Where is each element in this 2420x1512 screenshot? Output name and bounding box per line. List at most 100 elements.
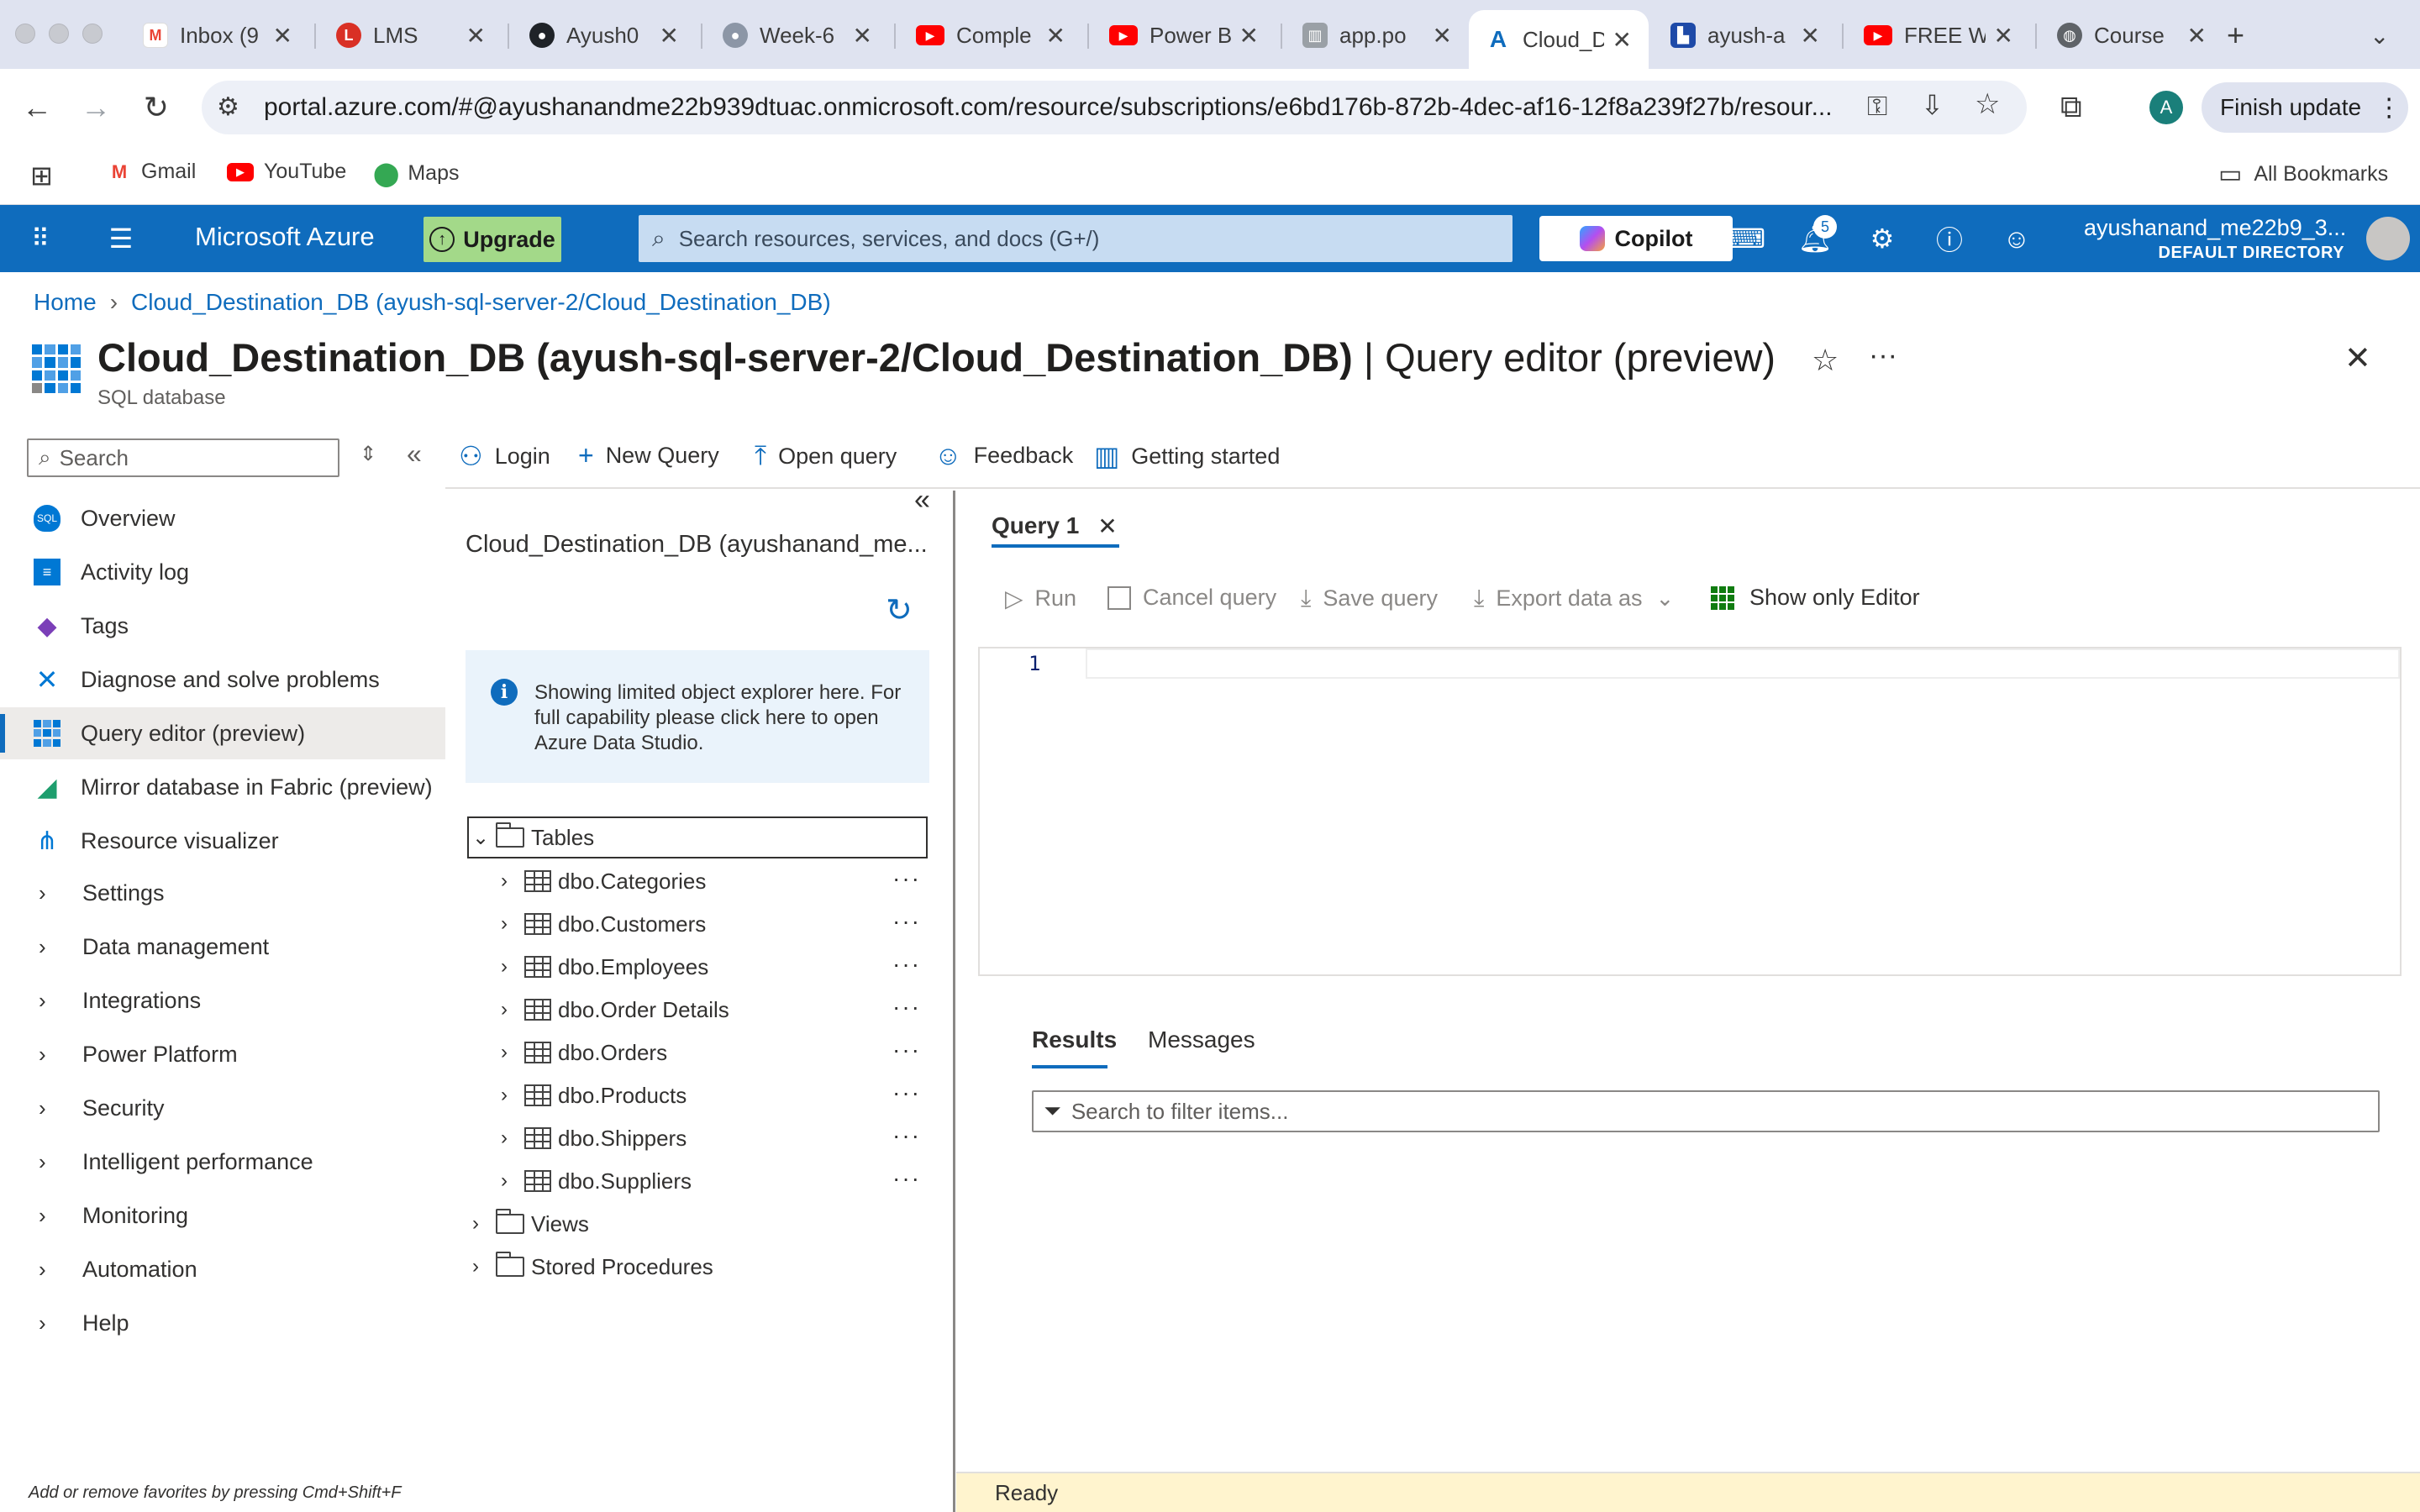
azure-search-input[interactable]: ⌕ Search resources, services, and docs (… [639, 215, 1512, 262]
browser-tab[interactable]: ◍ Course ✕ [2040, 10, 2223, 60]
browser-tab-active[interactable]: A Cloud_D ✕ [1469, 10, 1649, 69]
more-options-icon[interactable]: ··· [1869, 339, 1897, 372]
finish-update-button[interactable]: Finish update ⋮ [2202, 82, 2408, 133]
menu-item-tags[interactable]: ◆ Tags [0, 600, 445, 652]
menu-group-settings[interactable]: › Settings [0, 867, 445, 919]
close-icon[interactable]: ✕ [1046, 22, 1065, 50]
browser-tab[interactable]: ● Week-6 ✕ [706, 10, 889, 60]
browser-tab[interactable]: ▶ FREE W ✕ [1847, 10, 2030, 60]
menu-group-intelligent-performance[interactable]: › Intelligent performance [0, 1136, 445, 1188]
close-icon[interactable]: ✕ [1433, 22, 1452, 50]
browser-tab[interactable]: L LMS ✕ [319, 10, 502, 60]
browser-tab[interactable]: ▶ Comple ✕ [899, 10, 1082, 60]
window-minimize-button[interactable] [49, 24, 69, 44]
table-more-icon[interactable]: ··· [892, 1037, 921, 1063]
azure-brand[interactable]: Microsoft Azure [195, 222, 375, 252]
login-button[interactable]: ⚇ Login [459, 440, 550, 472]
menu-group-monitoring[interactable]: › Monitoring [0, 1189, 445, 1242]
cloud-shell-icon[interactable]: ⌨ [1727, 220, 1765, 257]
table-more-icon[interactable]: ··· [892, 1079, 921, 1106]
menu-item-resource-visualizer[interactable]: ⋔ Resource visualizer [0, 815, 445, 867]
collapse-explorer-icon[interactable]: « [914, 484, 930, 517]
close-icon[interactable]: ✕ [1612, 26, 1632, 54]
bookmark-youtube[interactable]: ▶ YouTube [227, 160, 346, 184]
extensions-icon[interactable]: ⧉ [2060, 89, 2082, 125]
tree-node-table[interactable]: › dbo.Suppliers [501, 1160, 692, 1202]
copilot-button[interactable]: Copilot [1539, 216, 1733, 261]
feedback-icon[interactable]: ☺ [1998, 220, 2035, 257]
browser-tab[interactable]: ▙ ayush-a ✕ [1654, 10, 1837, 60]
save-query-button[interactable]: ⤓ Save query [1301, 585, 1438, 612]
getting-started-button[interactable]: ▥ Getting started [1094, 440, 1280, 472]
collapse-menu-icon[interactable]: « [407, 438, 422, 470]
info-message[interactable]: i Showing limited object explorer here. … [466, 650, 929, 783]
reload-button[interactable]: ↻ [136, 87, 176, 128]
window-close-button[interactable] [15, 24, 35, 44]
all-bookmarks[interactable]: ▭ All Bookmarks [2218, 160, 2388, 189]
tree-node-views[interactable]: › Views [472, 1203, 589, 1245]
tree-node-table[interactable]: › dbo.Order Details [501, 989, 729, 1031]
key-icon[interactable]: ⚿ [1867, 91, 1887, 123]
upgrade-button[interactable]: ↑ Upgrade [424, 217, 561, 262]
table-more-icon[interactable]: ··· [892, 1122, 921, 1149]
new-query-button[interactable]: + New Query [578, 440, 719, 471]
portal-menu-grid-icon[interactable]: ⠿ [22, 220, 59, 257]
browser-tab[interactable]: ▶ Power B ✕ [1092, 10, 1276, 60]
menu-group-security[interactable]: › Security [0, 1082, 445, 1134]
forward-button[interactable]: → [76, 87, 116, 128]
account-avatar[interactable] [2366, 217, 2410, 260]
close-icon[interactable]: ✕ [1801, 22, 1820, 50]
sort-toggle-icon[interactable]: ⇕ [360, 442, 376, 466]
table-more-icon[interactable]: ··· [892, 865, 921, 892]
bookmark-maps[interactable]: ⬤ Maps [373, 160, 459, 187]
new-tab-button[interactable]: + [2227, 10, 2269, 60]
breadcrumb-home[interactable]: Home [34, 289, 97, 316]
menu-group-power-platform[interactable]: › Power Platform [0, 1028, 445, 1080]
tab-messages[interactable]: Messages [1148, 1026, 1255, 1053]
hamburger-menu-icon[interactable]: ☰ [103, 220, 139, 257]
tab-search-button[interactable]: ⌄ [2370, 10, 2412, 60]
tree-node-table[interactable]: › dbo.Customers [501, 903, 706, 945]
export-data-button[interactable]: ⤓ Export data as ⌄ [1474, 585, 1674, 612]
close-icon[interactable]: ✕ [853, 22, 872, 50]
profile-avatar[interactable]: A [2149, 91, 2183, 124]
close-icon[interactable]: ✕ [1239, 22, 1259, 50]
explorer-splitter[interactable] [953, 491, 955, 1512]
tab-results[interactable]: Results [1032, 1026, 1117, 1053]
menu-group-help[interactable]: › Help [0, 1297, 445, 1349]
browser-tab[interactable]: M Inbox (9 ✕ [126, 10, 309, 60]
table-more-icon[interactable]: ··· [892, 1165, 921, 1192]
tree-node-table[interactable]: › dbo.Shippers [501, 1117, 687, 1159]
tree-node-table[interactable]: › dbo.Categories [501, 860, 706, 902]
close-icon[interactable]: ✕ [1994, 22, 2013, 50]
close-icon[interactable]: ✕ [273, 22, 292, 50]
open-query-button[interactable]: ⤒ Open query [755, 440, 897, 472]
bookmark-star-icon[interactable]: ☆ [1975, 87, 2000, 121]
menu-group-data-management[interactable]: › Data management [0, 921, 445, 973]
table-more-icon[interactable]: ··· [892, 951, 921, 978]
close-blade-icon[interactable]: ✕ [2344, 339, 2371, 377]
back-button[interactable]: ← [17, 87, 57, 128]
sql-editor[interactable]: 1 [978, 647, 2402, 976]
feedback-button[interactable]: ☺ Feedback [934, 440, 1073, 471]
menu-item-query-editor[interactable]: Query editor (preview) [0, 707, 445, 759]
tree-node-table[interactable]: › dbo.Products [501, 1074, 687, 1116]
results-filter-input[interactable]: ⏷ Search to filter items... [1032, 1090, 2380, 1132]
close-icon[interactable]: ✕ [660, 22, 679, 50]
window-zoom-button[interactable] [82, 24, 103, 44]
menu-search-input[interactable]: ⌕ Search [27, 438, 339, 477]
cancel-query-button[interactable]: Cancel query [1107, 585, 1276, 611]
bookmark-gmail[interactable]: M Gmail [108, 160, 196, 184]
menu-item-overview[interactable]: SQL Overview [0, 492, 445, 544]
tree-node-table[interactable]: › dbo.Orders [501, 1032, 667, 1074]
menu-item-diagnose[interactable]: ✕ Diagnose and solve problems [0, 654, 445, 706]
refresh-icon[interactable]: ↻ [886, 591, 913, 629]
tree-node-tables[interactable]: ⌄ Tables [467, 816, 928, 858]
breadcrumb-resource[interactable]: Cloud_Destination_DB (ayush-sql-server-2… [131, 289, 831, 316]
account-directory[interactable]: DEFAULT DIRECTORY [2084, 244, 2344, 263]
address-bar[interactable]: ⚙ portal.azure.com/#@ayushanandme22b939d… [202, 81, 2027, 134]
site-info-icon[interactable]: ⚙ [217, 92, 239, 122]
install-icon[interactable]: ⇩ [1921, 89, 1944, 121]
table-more-icon[interactable]: ··· [892, 994, 921, 1021]
close-icon[interactable]: ✕ [1097, 512, 1117, 540]
